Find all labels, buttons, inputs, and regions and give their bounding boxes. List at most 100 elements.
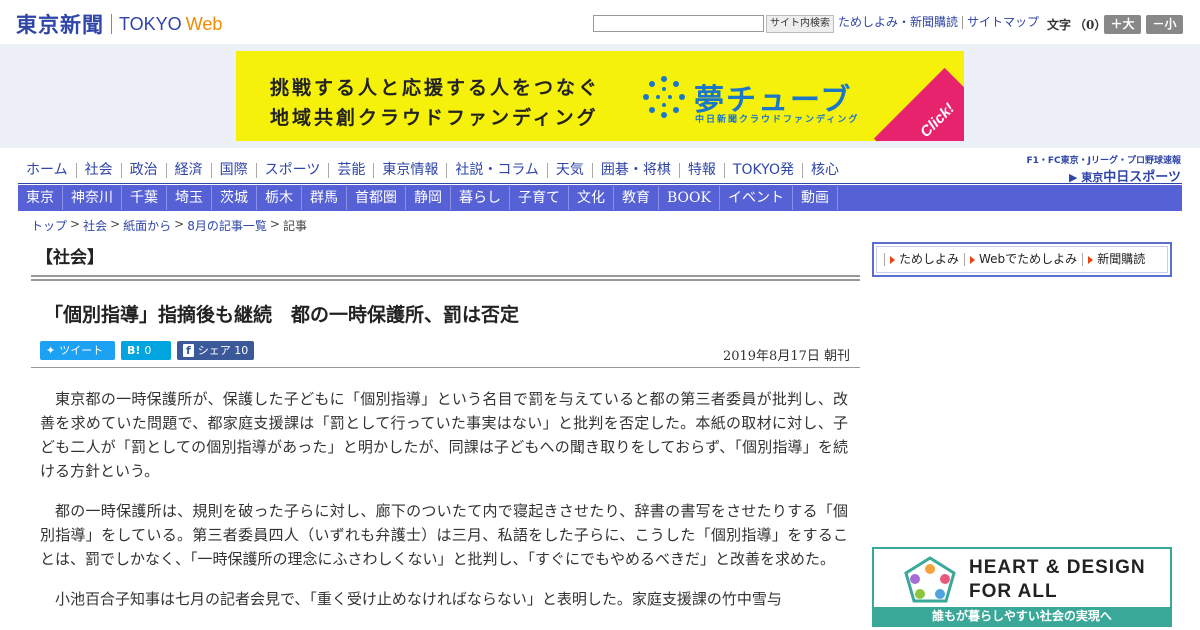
secondary-nav-item[interactable]: 動画 xyxy=(793,186,838,210)
font-size-count: （0） xyxy=(1074,18,1107,32)
facebook-share-count: 10 xyxy=(234,344,249,357)
sports-link-name: ▶ 東京中日スポーツ xyxy=(1026,166,1181,185)
secondary-nav-item[interactable]: 首都圏 xyxy=(347,186,406,210)
chunichi-sports-link[interactable]: F1・FC東京・Jリーグ・プロ野球速報 ▶ 東京中日スポーツ xyxy=(1026,153,1181,185)
breadcrumb-separator: > xyxy=(110,217,121,231)
breadcrumb-top[interactable]: トップ xyxy=(31,217,67,234)
article-title: 「個別指導」指摘後も継続 都の一時保護所、罰は否定 xyxy=(44,304,520,326)
heart-design-logo-icon xyxy=(904,556,956,603)
primary-nav-item[interactable]: 社説・コラム xyxy=(446,163,547,178)
dots-circle-icon xyxy=(643,76,685,118)
secondary-nav-item[interactable]: 東京 xyxy=(18,186,63,210)
hatena-bookmark-button[interactable]: B! 0 xyxy=(121,341,171,360)
hatena-count: 0 xyxy=(144,344,152,357)
secondary-nav-item[interactable]: 茨城 xyxy=(212,186,257,210)
article-date: 2019年8月17日 朝刊 xyxy=(722,349,850,364)
site-search-input[interactable] xyxy=(593,15,764,32)
subscribe-box: ためしよみ Webでためしよみ 新聞購読 xyxy=(872,242,1172,277)
utility-links: ためしよみ・新聞購読 サイトマップ xyxy=(834,16,1043,29)
hd-banner-footer: 誰もが暮らしやすい社会の実現へ xyxy=(874,607,1170,625)
secondary-nav: 東京 神奈川 千葉 埼玉 茨城 栃木 群馬 首都圏 静岡 暮らし 子育て 文化 教育 BOOK イベント 動画 xyxy=(18,185,1182,211)
web-trial-reading-label: Webでためしよみ xyxy=(979,252,1078,266)
secondary-nav-item[interactable]: 栃木 xyxy=(257,186,302,210)
font-size-label: 文字 xyxy=(1047,18,1072,32)
facebook-share-button[interactable]: f シェア 10 xyxy=(177,341,254,360)
primary-nav-item[interactable]: 社会 xyxy=(75,163,121,178)
primary-nav-item[interactable]: 芸能 xyxy=(328,163,373,178)
trial-reading-link[interactable]: ためしよみ xyxy=(884,253,964,266)
banner-subtitle: 中日新聞クラウドファンディング xyxy=(695,115,860,125)
breadcrumb-separator: > xyxy=(174,217,185,231)
breadcrumb-print-edition[interactable]: 紙面から xyxy=(123,217,171,234)
heart-design-ad-banner[interactable]: HEART & DESIGN FOR ALL 誰もが暮らしやすい社会の実現へ xyxy=(872,547,1172,627)
sitemap-link[interactable]: サイトマップ xyxy=(962,16,1043,29)
sports-link-prefix: 東京 xyxy=(1081,171,1104,184)
sports-link-arrow-icon: ▶ xyxy=(1068,171,1078,184)
hatena-icon: B! xyxy=(127,344,141,357)
secondary-nav-item[interactable]: 群馬 xyxy=(302,186,347,210)
breadcrumb-society[interactable]: 社会 xyxy=(83,217,107,234)
font-size-increase-button[interactable]: ＋大 xyxy=(1104,15,1141,34)
newspaper-subscription-link[interactable]: 新聞購読 xyxy=(1082,253,1150,266)
primary-nav-item[interactable]: 経済 xyxy=(165,163,211,178)
font-size-decrease-button[interactable]: －小 xyxy=(1146,15,1183,34)
article-body: 東京都の一時保護所が、保護した子どもに「個別指導」という名目で罰を与えていると都… xyxy=(40,387,848,627)
section-divider xyxy=(31,275,860,281)
secondary-nav-item[interactable]: 神奈川 xyxy=(63,186,122,210)
primary-nav-item[interactable]: 囲碁・将棋 xyxy=(591,163,679,178)
secondary-nav-item[interactable]: 埼玉 xyxy=(167,186,212,210)
logo-web: Web xyxy=(185,13,223,34)
primary-nav-item[interactable]: 核心 xyxy=(801,163,847,178)
breadcrumb: トップ > 社会 > 紙面から > 8月の記事一覧 > 記事 xyxy=(31,217,307,234)
site-header: 東京新聞 TOKYO Web サイト内検索 ためしよみ・新聞購読 サイトマップ … xyxy=(0,0,1200,44)
tweet-label: ツイート xyxy=(59,344,104,357)
tweet-button[interactable]: ✦ ツイート xyxy=(40,341,115,360)
primary-nav-item[interactable]: 特報 xyxy=(678,163,724,178)
arrow-right-icon xyxy=(970,255,976,264)
secondary-nav-item[interactable]: 千葉 xyxy=(122,186,167,210)
logo-jp: 東京新聞 xyxy=(16,13,104,37)
breadcrumb-separator: > xyxy=(70,217,81,231)
primary-nav-item[interactable]: 政治 xyxy=(120,163,166,178)
primary-nav-item[interactable]: 天気 xyxy=(546,163,592,178)
web-trial-reading-link[interactable]: Webでためしよみ xyxy=(964,253,1082,266)
breadcrumb-separator: > xyxy=(269,217,280,231)
primary-nav-item[interactable]: 東京情報 xyxy=(373,163,446,178)
twitter-bird-icon: ✦ xyxy=(46,344,56,357)
logo-divider xyxy=(111,14,112,34)
secondary-nav-item[interactable]: 静岡 xyxy=(406,186,451,210)
secondary-nav-item[interactable]: 教育 xyxy=(614,186,659,210)
facebook-icon: f xyxy=(183,344,194,357)
secondary-nav-item[interactable]: 暮らし xyxy=(451,186,510,210)
primary-nav-item[interactable]: 国際 xyxy=(210,163,256,178)
primary-nav: ホーム 社会 政治 経済 国際 スポーツ 芸能 東京情報 社説・コラム 天気 囲碁・将棋 特報 TOKY… xyxy=(18,158,1182,184)
trial-reading-label: ためしよみ xyxy=(899,252,960,266)
banner-line1: 挑戦する人と応援する人をつなぐ xyxy=(270,77,601,99)
site-search-button[interactable]: サイト内検索 xyxy=(766,15,834,33)
arrow-right-icon xyxy=(1088,255,1094,264)
newspaper-subscription-label: 新聞購読 xyxy=(1097,252,1146,266)
section-label: 【社会】 xyxy=(36,248,104,268)
hd-banner-title2: FOR ALL xyxy=(969,581,1058,602)
yume-tube-ad-banner[interactable]: 挑戦する人と応援する人をつなぐ 地域共創クラウドファンディング 夢チューブ 中日… xyxy=(236,51,964,141)
trial-subscribe-link[interactable]: ためしよみ・新聞購読 xyxy=(834,16,962,29)
article-paragraph: 都の一時保護所は、規則を破った子らに対し、廊下のついたて内で寝起きさせたり、辞書… xyxy=(40,502,848,568)
article-paragraph: 小池百合子知事は七月の記者会見で、「重く受け止めなければならない」と表明した。家… xyxy=(55,590,782,608)
secondary-nav-item[interactable]: イベント xyxy=(720,186,793,210)
secondary-nav-item[interactable]: BOOK xyxy=(659,186,720,210)
primary-nav-item[interactable]: TOKYO発 xyxy=(723,163,802,178)
article-divider xyxy=(31,367,860,368)
secondary-nav-item[interactable]: 文化 xyxy=(569,186,614,210)
primary-nav-item[interactable]: スポーツ xyxy=(255,163,329,178)
sports-link-caption: F1・FC東京・Jリーグ・プロ野球速報 xyxy=(1026,156,1181,166)
hd-banner-title1: HEART & DESIGN xyxy=(969,557,1146,578)
sports-link-brand: 中日スポーツ xyxy=(1103,170,1181,185)
banner-line2: 地域共創クラウドファンディング xyxy=(270,107,599,129)
article-paragraph: 東京都の一時保護所が、保護した子どもに「個別指導」という名目で罰を与えていると都… xyxy=(40,390,848,480)
breadcrumb-august-list[interactable]: 8月の記事一覧 xyxy=(187,217,267,234)
logo-en: TOKYO xyxy=(119,13,182,34)
secondary-nav-item[interactable]: 子育て xyxy=(510,186,569,210)
site-logo[interactable]: 東京新聞 TOKYO Web xyxy=(16,9,222,39)
facebook-share-label: シェア xyxy=(197,344,231,357)
primary-nav-item[interactable]: ホーム xyxy=(18,163,76,178)
